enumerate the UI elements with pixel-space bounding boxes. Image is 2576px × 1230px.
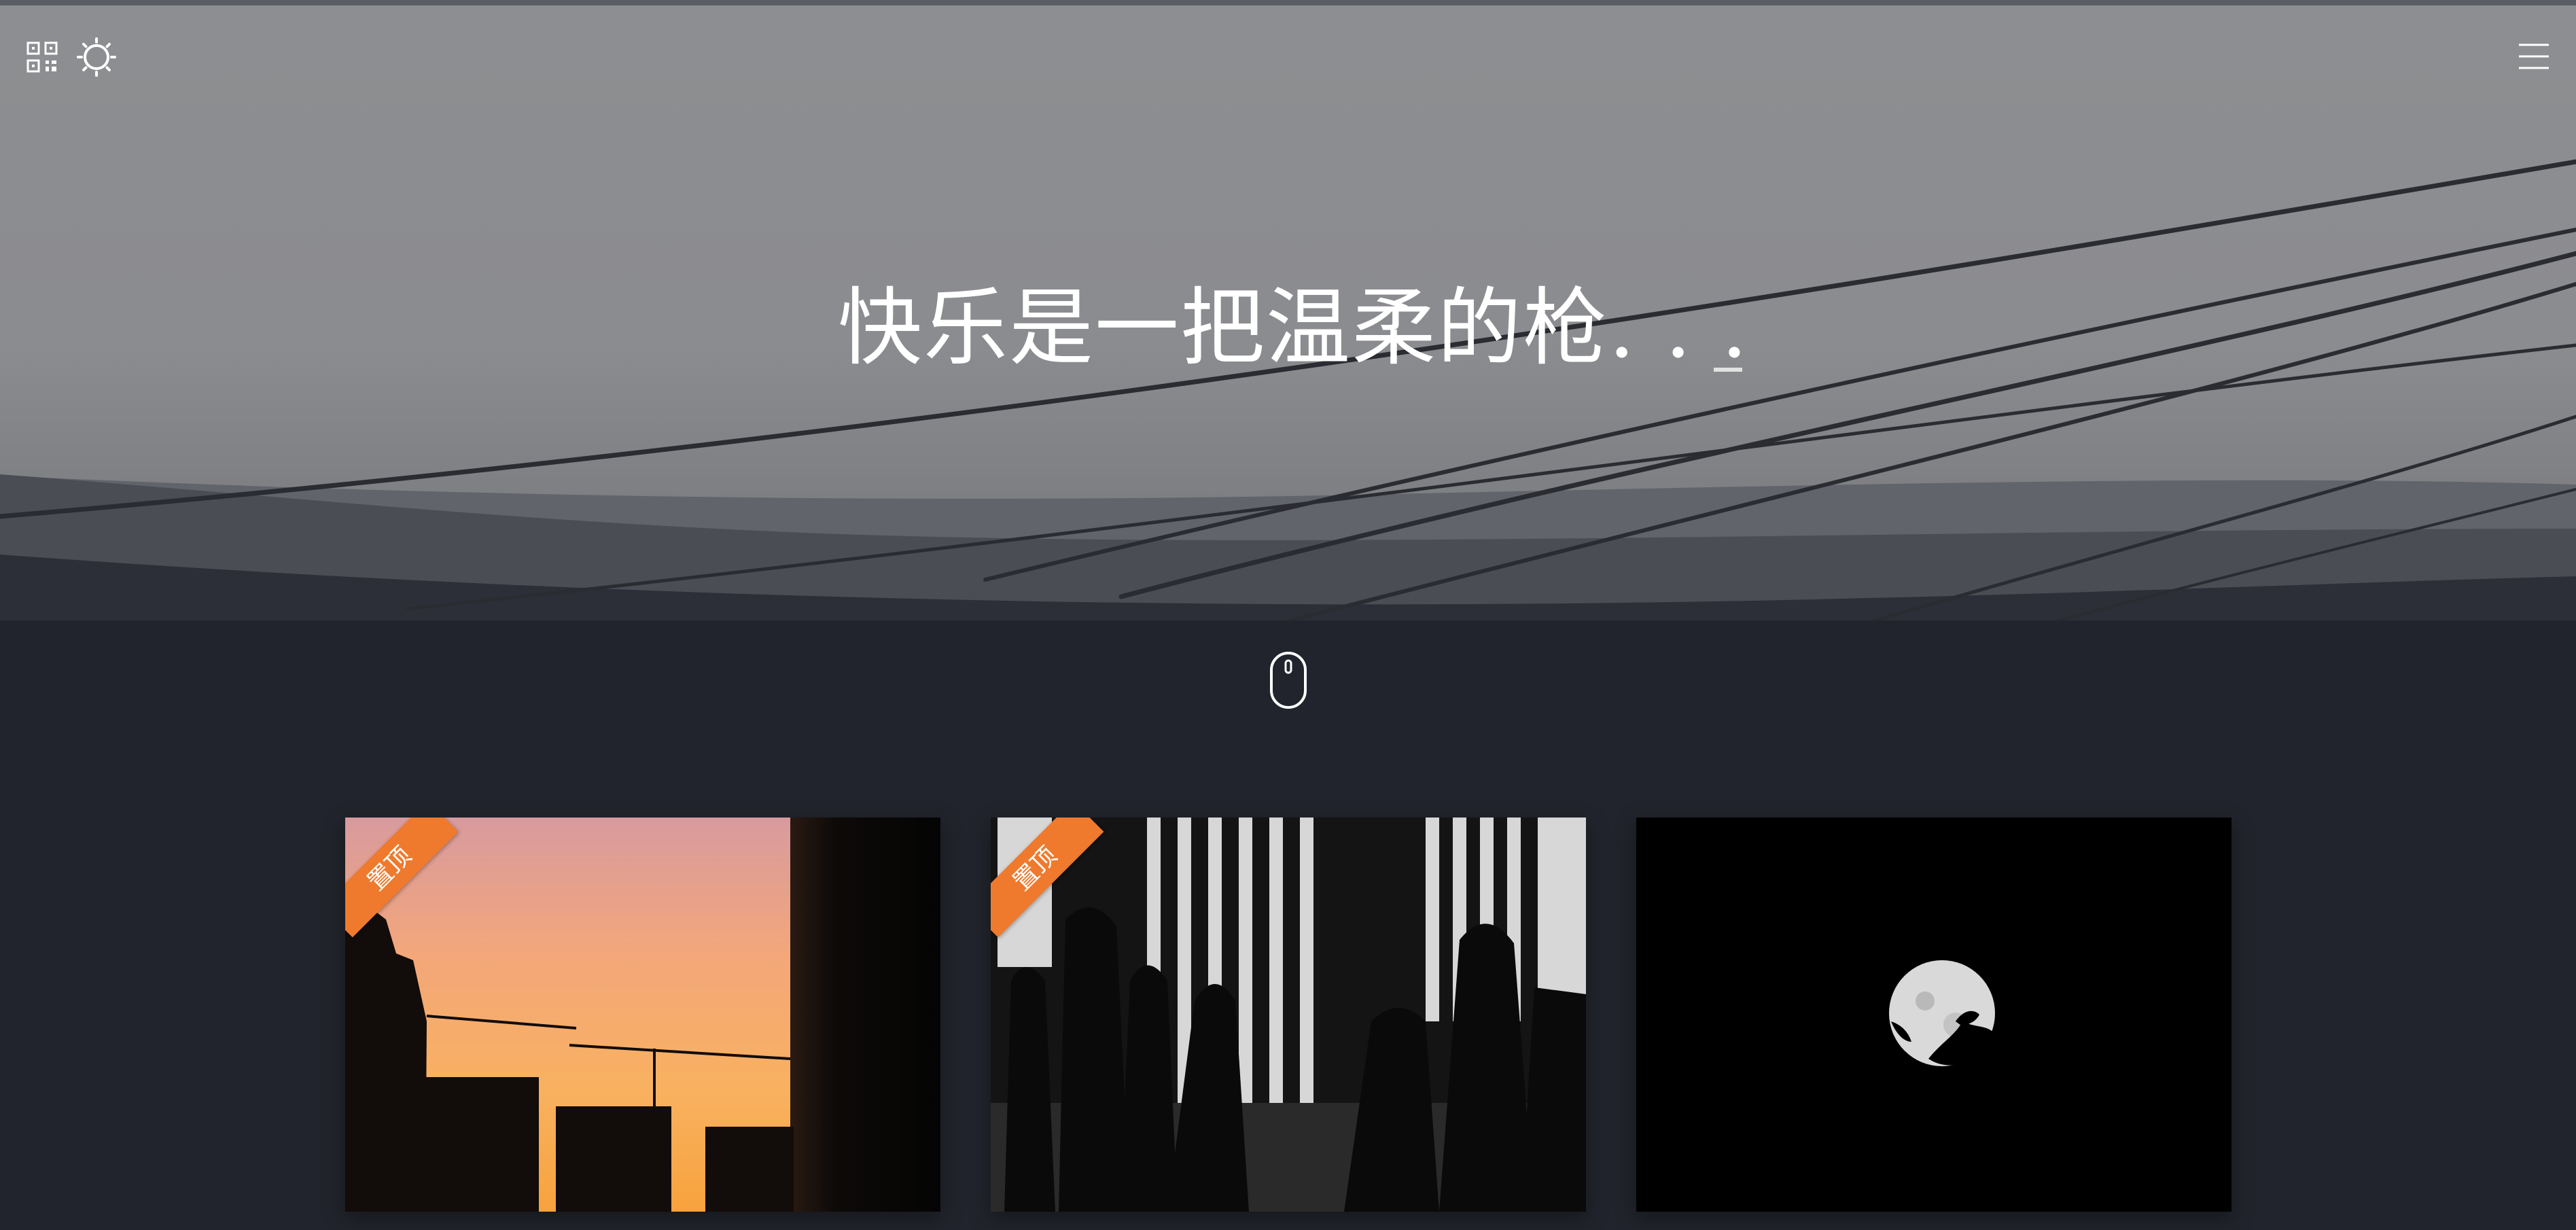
post-card[interactable]: [1636, 818, 2231, 1212]
qr-code-icon[interactable]: [26, 41, 58, 73]
post-thumbnail: [1636, 818, 2231, 1212]
typing-cursor: [1714, 368, 1742, 372]
hero-banner: 快乐是一把温柔的枪. . .: [0, 5, 2576, 620]
top-progress-bar: [0, 0, 2576, 5]
post-card[interactable]: 置顶: [345, 818, 940, 1212]
menu-icon[interactable]: [2517, 41, 2551, 72]
post-thumbnail: [991, 818, 1586, 1212]
post-thumbnail: [345, 818, 940, 1212]
mouse-scroll-icon[interactable]: [1269, 651, 1307, 709]
post-card[interactable]: 置顶: [991, 818, 1586, 1212]
theme-toggle-icon[interactable]: [76, 37, 117, 77]
hero-headline: 快乐是一把温柔的枪. . .: [838, 279, 1750, 377]
